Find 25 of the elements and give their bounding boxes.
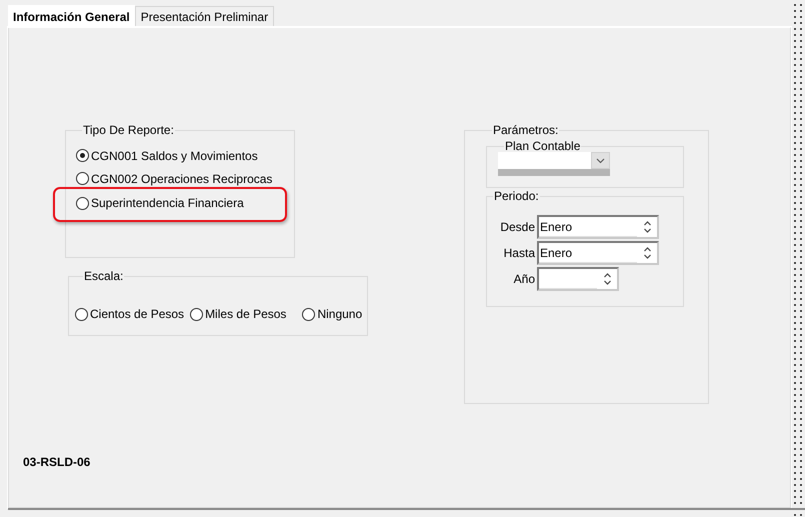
spin-field[interactable]: Enero — [537, 241, 659, 265]
tab[interactable]: Presentación Preliminar — [134, 6, 274, 27]
spin-field[interactable]: Enero — [537, 215, 659, 239]
radio-option[interactable]: Superintendencia Financiera — [76, 195, 244, 211]
radio-option[interactable]: CGN002 Operaciones Reciprocas — [76, 170, 272, 186]
radio-option[interactable]: Miles de Pesos — [190, 306, 286, 322]
radio-option[interactable]: CGN001 Saldos y Movimientos — [76, 148, 258, 164]
group-title: Tipo De Reporte: — [82, 124, 175, 136]
field-label: Hasta — [502, 246, 535, 260]
group-title: Periodo: — [493, 190, 540, 202]
group-title: Parámetros: — [492, 124, 560, 136]
tab[interactable]: Información General — [8, 5, 135, 28]
field-label: Año — [512, 272, 535, 286]
report-code: 03-RSLD-06 — [23, 455, 92, 469]
radio-option[interactable]: Cientos de Pesos — [75, 306, 184, 322]
spin-arrows-icon[interactable] — [642, 220, 652, 234]
radio-option[interactable]: Ninguno — [302, 306, 362, 322]
spin-field[interactable] — [537, 267, 619, 291]
spin-arrows-icon[interactable] — [642, 246, 652, 260]
chevron-down-icon — [596, 158, 605, 164]
spin-arrows-icon[interactable] — [602, 272, 612, 286]
field-label: Desde — [499, 220, 535, 234]
group-title: Plan Contable — [504, 140, 582, 152]
dropdown-field[interactable] — [498, 152, 610, 176]
group-title: Escala: — [83, 270, 124, 282]
